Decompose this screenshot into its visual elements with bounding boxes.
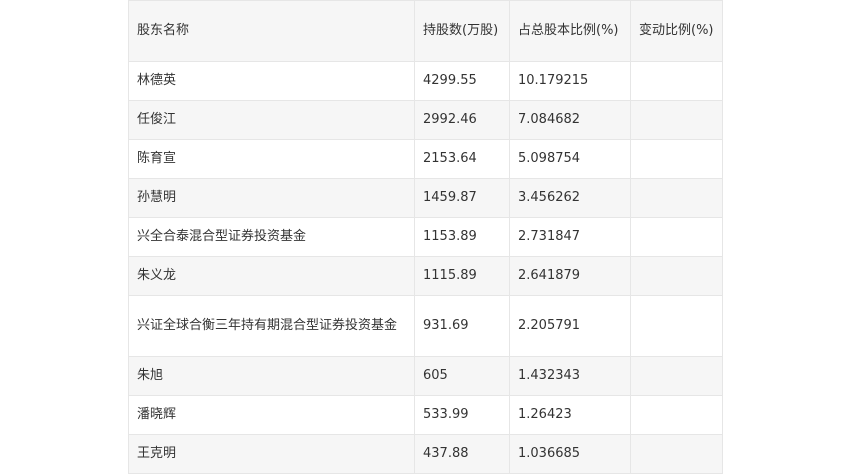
table-row: 兴证全球合衡三年持有期混合型证券投资基金 931.69 2.205791 [128,295,723,357]
cell-shareholder-name: 任俊江 [128,100,415,140]
table-row: 林德英 4299.55 10.179215 [128,61,723,101]
cell-share-ratio: 1.432343 [509,356,631,396]
cell-shareholder-name: 孙慧明 [128,178,415,218]
cell-shareholder-name: 林德英 [128,61,415,101]
cell-change-ratio [630,217,723,257]
cell-shares: 533.99 [414,395,510,435]
table-row: 孙慧明 1459.87 3.456262 [128,178,723,218]
cell-share-ratio: 2.731847 [509,217,631,257]
cell-change-ratio [630,178,723,218]
cell-share-ratio: 2.641879 [509,256,631,296]
cell-shareholder-name: 潘晓辉 [128,395,415,435]
cell-share-ratio: 7.084682 [509,100,631,140]
table-row: 兴全合泰混合型证券投资基金 1153.89 2.731847 [128,217,723,257]
cell-share-ratio: 1.26423 [509,395,631,435]
cell-shareholder-name: 王克明 [128,434,415,474]
cell-change-ratio [630,100,723,140]
shareholder-table: 股东名称 持股数(万股) 占总股本比例(%) 变动比例(%) 林德英 4299.… [128,0,723,474]
cell-shareholder-name: 朱义龙 [128,256,415,296]
cell-shares: 437.88 [414,434,510,474]
cell-shares: 1115.89 [414,256,510,296]
cell-share-ratio: 3.456262 [509,178,631,218]
table-row: 任俊江 2992.46 7.084682 [128,100,723,140]
cell-share-ratio: 5.098754 [509,139,631,179]
cell-change-ratio [630,356,723,396]
table-row: 陈育宣 2153.64 5.098754 [128,139,723,179]
cell-change-ratio [630,256,723,296]
header-share-ratio: 占总股本比例(%) [509,0,631,62]
cell-shares: 2992.46 [414,100,510,140]
cell-change-ratio [630,434,723,474]
cell-share-ratio: 1.036685 [509,434,631,474]
header-shares: 持股数(万股) [414,0,510,62]
cell-shares: 1153.89 [414,217,510,257]
cell-change-ratio [630,395,723,435]
header-change-ratio: 变动比例(%) [630,0,723,62]
table-body: 股东名称 持股数(万股) 占总股本比例(%) 变动比例(%) 林德英 4299.… [128,0,723,474]
table-row: 王克明 437.88 1.036685 [128,434,723,474]
cell-shares: 931.69 [414,295,510,357]
cell-shareholder-name: 兴全合泰混合型证券投资基金 [128,217,415,257]
table-row: 潘晓辉 533.99 1.26423 [128,395,723,435]
cell-change-ratio [630,295,723,357]
cell-shareholder-name: 兴证全球合衡三年持有期混合型证券投资基金 [128,295,415,357]
cell-share-ratio: 10.179215 [509,61,631,101]
cell-shares: 605 [414,356,510,396]
cell-change-ratio [630,139,723,179]
header-shareholder-name: 股东名称 [128,0,415,62]
table-row: 朱义龙 1115.89 2.641879 [128,256,723,296]
table-row: 朱旭 605 1.432343 [128,356,723,396]
cell-shares: 2153.64 [414,139,510,179]
cell-share-ratio: 2.205791 [509,295,631,357]
cell-shareholder-name: 朱旭 [128,356,415,396]
cell-shares: 1459.87 [414,178,510,218]
cell-shareholder-name: 陈育宣 [128,139,415,179]
cell-shares: 4299.55 [414,61,510,101]
cell-change-ratio [630,61,723,101]
table-header-row: 股东名称 持股数(万股) 占总股本比例(%) 变动比例(%) [128,0,723,62]
